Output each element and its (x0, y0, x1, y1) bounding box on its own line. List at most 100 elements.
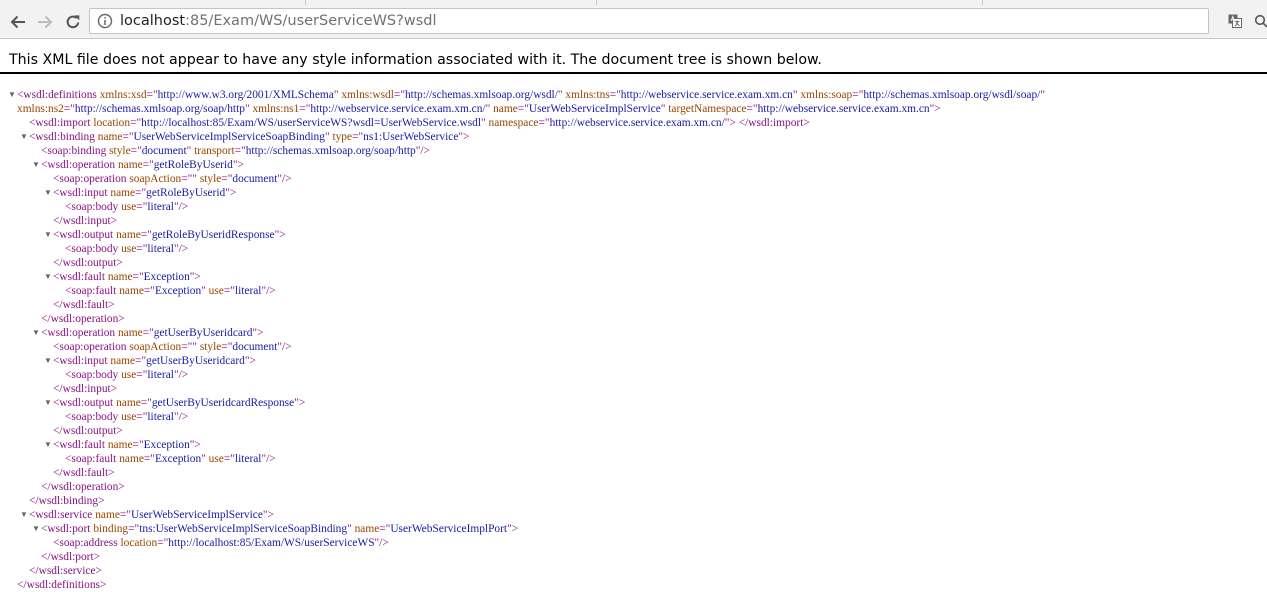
xml-tag-text: </wsdl:definitions> (17, 579, 107, 591)
xml-tag-text: =" (140, 229, 152, 241)
xml-attribute-name: name (493, 103, 518, 115)
collapse-toggle-icon[interactable]: ▼ (44, 354, 52, 368)
xml-attribute-value: document (232, 341, 278, 353)
reload-button[interactable] (60, 5, 86, 38)
xml-attribute-name: name (116, 397, 141, 409)
xml-attribute-name: name (116, 229, 141, 241)
address-bar[interactable]: localhost:85/Exam/WS/userServiceWS?wsdl (89, 8, 1209, 34)
xml-tag-text: =" (234, 145, 246, 157)
xml-tag-text: =" (143, 285, 155, 297)
xml-tag-text: <wsdl:input (53, 355, 111, 367)
translate-icon[interactable] (1228, 14, 1242, 28)
xml-tag-text: "> (225, 187, 237, 199)
xml-line: </wsdl:definitions> (0, 578, 106, 592)
xml-attribute-value: UserWebServiceImplPort (390, 523, 508, 535)
collapse-toggle-icon[interactable]: ▼ (32, 522, 40, 536)
xml-tag-text: </wsdl:operation> (41, 481, 125, 493)
collapse-toggle-icon[interactable]: ▼ (44, 438, 52, 452)
xml-tag-text: " (347, 523, 355, 535)
collapse-toggle-icon[interactable]: ▼ (44, 186, 52, 200)
xml-tag-text: <soap:fault (65, 285, 120, 297)
xml-attribute-value: getUserByUseridcard (146, 355, 245, 367)
xml-attribute-name: name (119, 453, 144, 465)
xml-attribute-name: targetNamespace (668, 103, 747, 115)
collapse-toggle-icon[interactable]: ▼ (20, 508, 28, 522)
xml-line: </wsdl:operation> (0, 480, 125, 494)
xml-tag-text: </wsdl:operation> (41, 313, 125, 325)
xml-tag-text: =" (136, 243, 148, 255)
back-button[interactable] (5, 5, 31, 38)
xml-tag-text: "> (294, 397, 306, 409)
xml-attribute-value: ns1:UserWebService (363, 131, 459, 143)
url-text[interactable]: localhost:85/Exam/WS/userServiceWS?wsdl (120, 12, 436, 30)
xml-tag-text: "/> (261, 285, 276, 297)
xml-attribute-value: http://localhost:85/Exam/WS/userServiceW… (168, 537, 375, 549)
xml-tag-text: <soap:address (53, 537, 121, 549)
xml-line: <soap:operation soapAction="" style="doc… (0, 172, 292, 186)
xml-attribute-name: xmlns:wsdl (341, 89, 394, 101)
xml-tag-text: "> (929, 103, 941, 115)
url-path: :85/Exam/WS/userServiceWS?wsdl (185, 13, 437, 29)
xml-tag-text: "/> (277, 341, 292, 353)
xml-attribute-value: http://schemas.xmlsoap.org/wsdl/soap/ (863, 89, 1041, 101)
xml-info-message: This XML file does not appear to have an… (9, 52, 822, 68)
forward-button[interactable] (32, 5, 58, 38)
xml-tag-text: =" (136, 369, 148, 381)
xml-tag-text: <soap:body (65, 369, 122, 381)
xml-tag-text: =" (122, 131, 134, 143)
xml-attribute-name: xmlns:ns2 (17, 103, 64, 115)
xml-tag-text: " (485, 103, 494, 115)
collapse-toggle-icon[interactable]: ▼ (44, 270, 52, 284)
xml-tag-text: <soap:body (65, 411, 122, 423)
search-icon[interactable] (1254, 14, 1267, 28)
page-info-icon[interactable] (97, 13, 113, 29)
xml-attribute-name: name (354, 523, 380, 535)
xml-tag-text: </wsdl:input> (53, 383, 118, 395)
collapse-toggle-icon[interactable]: ▼ (44, 228, 52, 242)
xml-tag-text: =" (609, 89, 621, 101)
xml-tag-text: <soap:fault (65, 453, 120, 465)
xml-line: xmlns:ns2="http://schemas.xmlsoap.org/so… (0, 102, 941, 116)
xml-line: </wsdl:binding> (0, 494, 105, 508)
xml-attribute-value: document (232, 173, 278, 185)
xml-line: </wsdl:service> (0, 564, 102, 578)
xml-attribute-name: use (208, 285, 224, 297)
xml-attribute-value: http://schemas.xmlsoap.org/soap/http (74, 103, 245, 115)
collapse-toggle-icon[interactable]: ▼ (8, 88, 16, 102)
xml-tag-text: <wsdl:import (29, 117, 94, 129)
xml-attribute-name: xmlns:soap (800, 89, 853, 101)
xml-tag-text: </wsdl:output> (53, 257, 123, 269)
xml-tag-text: <wsdl:service (29, 509, 96, 521)
collapse-toggle-icon[interactable]: ▼ (44, 396, 52, 410)
xml-attribute-name: style (109, 145, 131, 157)
xml-tag-text: "> (252, 327, 264, 339)
xml-line: ▼ <wsdl:fault name="Exception"> (0, 270, 201, 284)
xml-tag-text: =" (135, 187, 147, 199)
xml-tag-text: <wsdl:binding (29, 131, 98, 143)
xml-tag-text: =" (119, 509, 131, 521)
collapse-toggle-icon[interactable]: ▼ (32, 326, 40, 340)
xml-tag-text: =" (146, 89, 158, 101)
xml-tag-text: <soap:binding (41, 145, 110, 157)
xml-attribute-value: literal (147, 201, 174, 213)
xml-tag-text: <wsdl:output (53, 397, 117, 409)
xml-tag-text: <wsdl:input (53, 187, 111, 199)
xml-line: ▼ <wsdl:definitions xmlns:xsd="http://www… (0, 88, 1045, 102)
xml-line: </wsdl:fault> (0, 466, 115, 480)
collapse-toggle-icon[interactable]: ▼ (20, 130, 28, 144)
xml-line: </wsdl:port> (0, 550, 100, 564)
xml-tag-text: </wsdl:input> (53, 215, 118, 227)
forward-arrow-icon (38, 15, 53, 28)
xml-attribute-name: name (117, 327, 143, 339)
xml-tag-text: <soap:body (65, 243, 122, 255)
xml-attribute-name: use (121, 369, 137, 381)
xml-tag-text: "> (274, 229, 286, 241)
xml-tag-text: =" (136, 201, 148, 213)
xml-attribute-name: name (107, 271, 133, 283)
xml-line: <soap:address location="http://localhost… (0, 536, 389, 550)
collapse-toggle-icon[interactable]: ▼ (32, 158, 40, 172)
xml-attribute-name: name (95, 509, 120, 521)
xml-attribute-value: http://webservice.service.exam.xm.cn (757, 103, 930, 115)
xml-tag-text: "> (458, 131, 470, 143)
xml-attribute-name: location (120, 537, 158, 549)
